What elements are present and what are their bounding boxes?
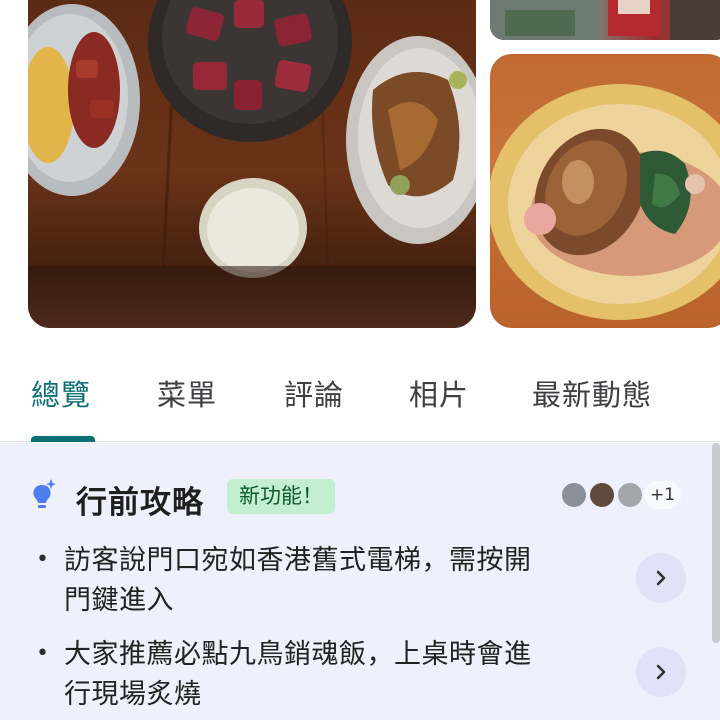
tip-text-line: 大家推薦必點九鳥銷魂飯，上桌時會進 <box>64 639 532 670</box>
bullet: • <box>36 547 49 572</box>
abalone-photo[interactable] <box>490 54 720 328</box>
tab-updates[interactable]: 最新動態 <box>532 372 652 414</box>
tab-photos[interactable]: 相片 <box>409 372 469 414</box>
tab-overview[interactable]: 總覽 <box>31 372 91 414</box>
scrollbar[interactable] <box>712 443 720 643</box>
main-food-photo[interactable] <box>28 0 476 328</box>
avatar <box>616 481 644 509</box>
chevron-right-icon <box>656 570 666 586</box>
place-page: 總覽 菜單 評論 相片 最新動態 行前攻略 新功能！ +1 • 訪客說門口宛如香… <box>0 0 720 720</box>
tab-reviews[interactable]: 評論 <box>284 372 344 414</box>
lightbulb-sparkle-icon <box>33 479 56 508</box>
new-feature-badge: 新功能！ <box>227 479 335 514</box>
active-tab-indicator <box>31 436 95 442</box>
bullet: • <box>36 641 49 666</box>
tab-menu[interactable]: 菜單 <box>157 372 217 414</box>
tab-bar: 總覽 菜單 評論 相片 最新動態 <box>0 352 720 442</box>
tip-expand-button[interactable] <box>636 553 686 603</box>
tips-title: 行前攻略 <box>76 485 204 521</box>
avatar <box>560 481 588 509</box>
more-contributors-count: +1 <box>644 481 682 509</box>
tips-panel: 行前攻略 新功能！ +1 • 訪客說門口宛如香港舊式電梯，需按開 門鍵進入 • … <box>0 443 720 720</box>
tip-text: 大家推薦必點九鳥銷魂飯，上桌時會進 行現場炙燒 <box>64 635 612 715</box>
tips-header: 行前攻略 新功能！ +1 <box>0 477 720 521</box>
storefront-photo[interactable] <box>490 0 720 40</box>
photo-shade <box>28 266 476 328</box>
tip-text-line: 訪客說門口宛如香港舊式電梯，需按開 <box>64 545 532 576</box>
tip-text-line: 行現場炙燒 <box>64 679 202 710</box>
tip-text: 訪客說門口宛如香港舊式電梯，需按開 門鍵進入 <box>64 541 612 621</box>
tip-expand-button[interactable] <box>636 647 686 697</box>
avatar <box>588 481 616 509</box>
tip-text-line: 門鍵進入 <box>64 585 174 616</box>
chevron-right-icon <box>656 664 666 680</box>
